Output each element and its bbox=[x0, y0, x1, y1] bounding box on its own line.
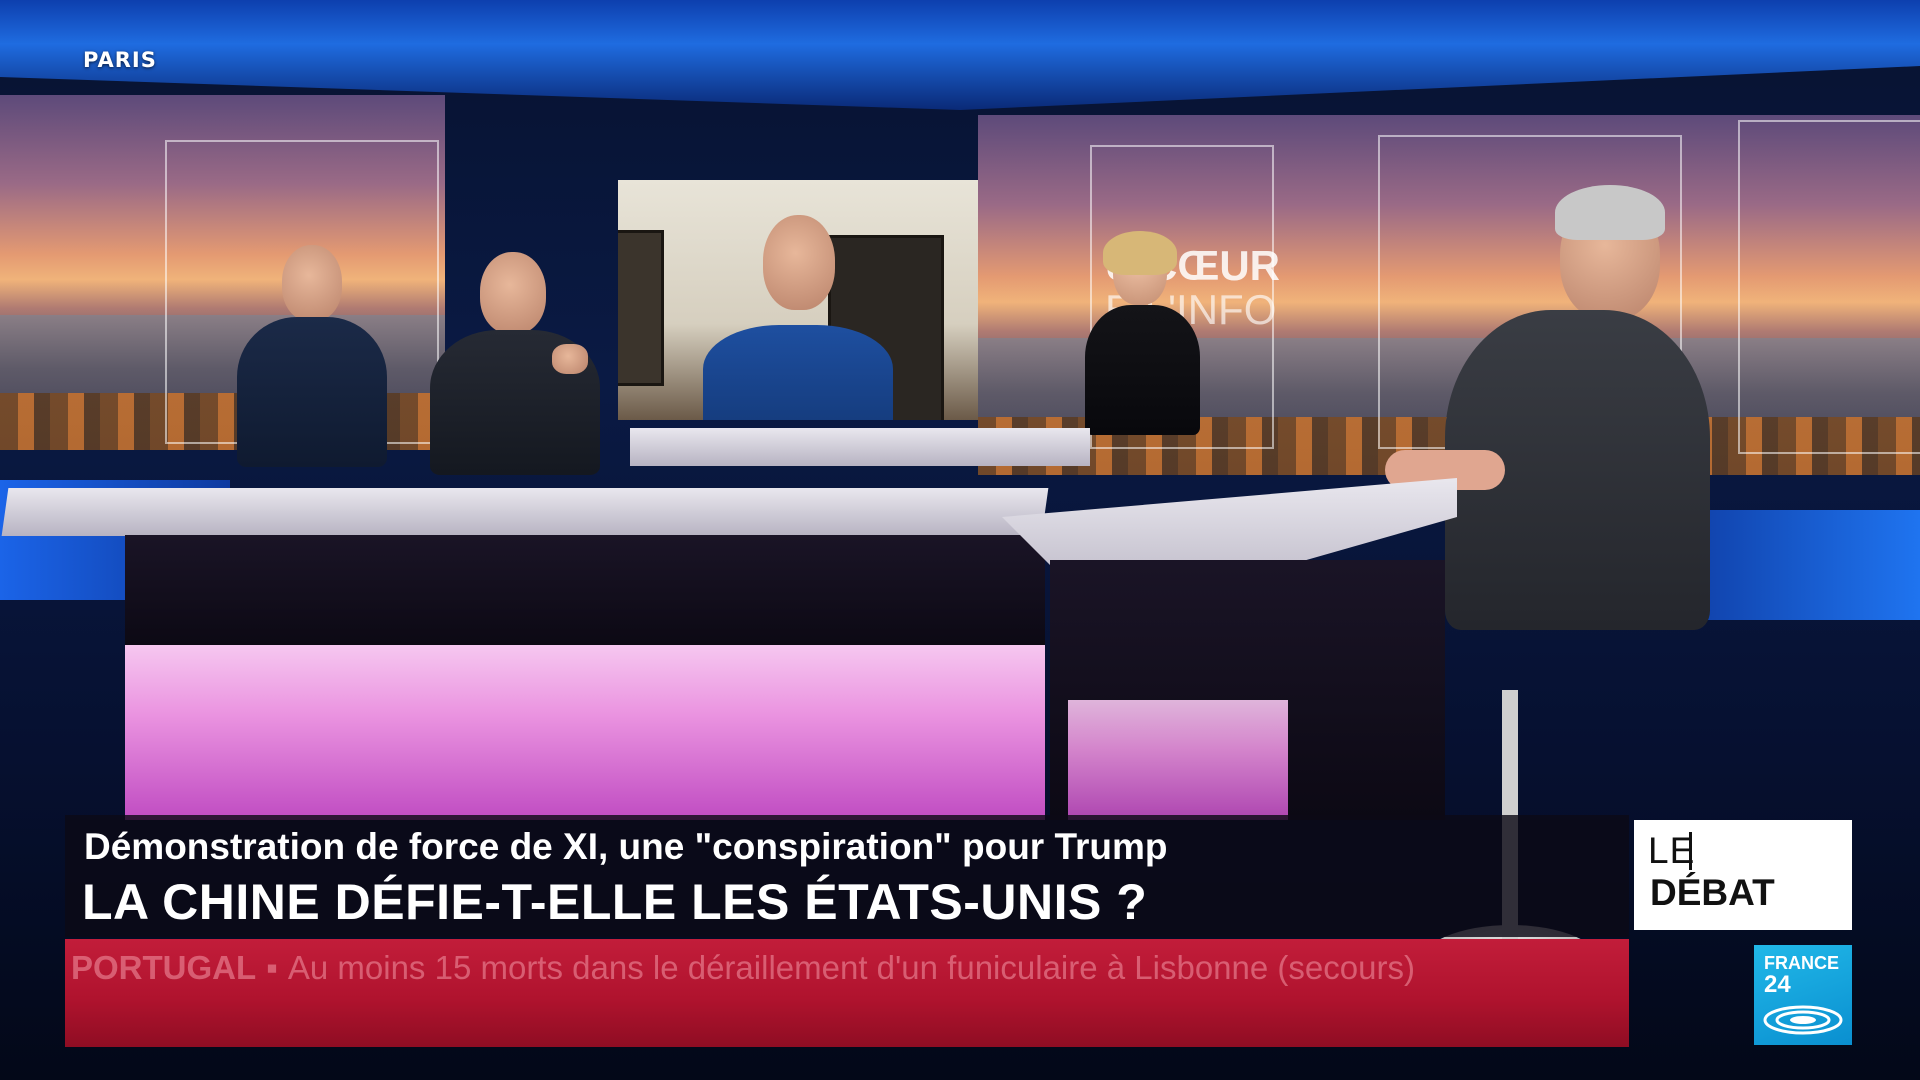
france24-logo-number: 24 bbox=[1764, 971, 1791, 998]
ceiling-light bbox=[0, 0, 1920, 110]
lower-third: Démonstration de force de XI, une "consp… bbox=[65, 815, 1845, 1047]
center-desk-top bbox=[630, 428, 1090, 466]
remote-guest bbox=[703, 215, 893, 420]
ticker-separator: ▪ bbox=[266, 949, 278, 986]
panelist-left bbox=[237, 245, 387, 467]
show-badge: LE DÉBAT bbox=[1634, 820, 1852, 930]
remote-guest-feed bbox=[618, 180, 978, 420]
presenter bbox=[1085, 231, 1200, 435]
france24-logo: FRANCE 24 bbox=[1754, 945, 1852, 1045]
main-desk-glow-panel bbox=[125, 645, 1045, 820]
location-label: PARIS bbox=[83, 48, 157, 72]
background-window bbox=[618, 230, 664, 386]
headline-subtitle: Démonstration de force de XI, une "consp… bbox=[84, 826, 1168, 867]
side-desk-glow-panel bbox=[1068, 700, 1288, 820]
main-desk-front bbox=[125, 535, 1045, 645]
news-ticker: PORTUGAL ▪ Au moins 15 morts dans le dérai… bbox=[65, 939, 1629, 1047]
ticker-headline: Au moins 15 morts dans le déraillement d… bbox=[287, 949, 1415, 986]
france24-wave-icon bbox=[1763, 1005, 1843, 1035]
show-badge-line2: DÉBAT bbox=[1650, 872, 1775, 913]
panelist-center-left bbox=[430, 252, 610, 475]
ticker-text-line: PORTUGAL ▪ Au moins 15 morts dans le dérai… bbox=[71, 949, 1415, 987]
main-desk-top bbox=[1, 488, 1049, 536]
show-badge-cursor bbox=[1689, 832, 1692, 870]
headline-title: LA CHINE DÉFIE-T-ELLE LES ÉTATS-UNIS ? bbox=[82, 874, 1148, 930]
headline-panel: Démonstration de force de XI, une "consp… bbox=[65, 815, 1629, 937]
ticker-tag: PORTUGAL bbox=[71, 949, 257, 986]
